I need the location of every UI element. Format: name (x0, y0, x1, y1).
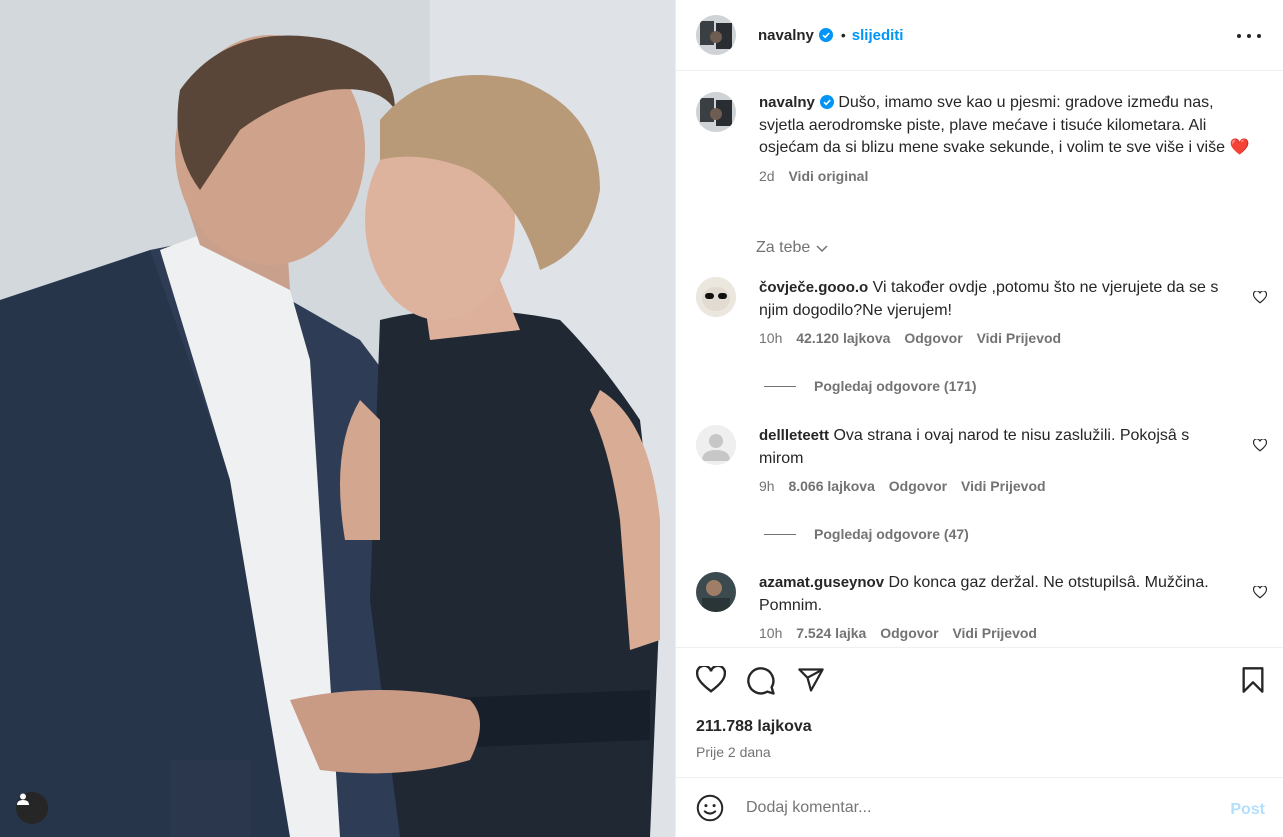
caption-avatar[interactable] (696, 92, 736, 132)
post-header: navalny • slijediti (676, 0, 1283, 71)
like-heart-icon[interactable] (696, 666, 726, 694)
more-options-icon[interactable] (1237, 25, 1261, 47)
view-replies-label: Pogledaj odgovore (47) (814, 526, 969, 542)
post-comment-button[interactable]: Post (1230, 801, 1265, 819)
translate-link[interactable]: Vidi Prijevod (977, 330, 1062, 346)
post-caption: navalny Dušo, imamo sve kao u pjesmi: gr… (696, 92, 1256, 184)
comment-username[interactable]: azamat.guseynov (759, 574, 884, 591)
reply-button[interactable]: Odgovor (904, 330, 962, 346)
caption-username[interactable]: navalny (759, 94, 815, 111)
follow-button[interactable]: slijediti (852, 27, 904, 44)
replies-divider (764, 533, 796, 535)
author-username[interactable]: navalny (758, 27, 814, 44)
chevron-down-icon (816, 245, 828, 253)
comment-time: 10h (759, 625, 783, 641)
comment-bubble-icon[interactable] (746, 666, 776, 696)
post-viewer: navalny • slijediti navalny Dušo, imamo … (0, 0, 1283, 837)
verified-badge-icon (819, 95, 834, 109)
for-you-label: Za tebe (756, 239, 811, 256)
posted-time: Prije 2 dana (696, 744, 771, 760)
like-comment-heart-icon[interactable] (1253, 586, 1267, 599)
caption-time: 2d (759, 167, 775, 184)
comment-item: čovječe.gooo.o Vi također ovdje ,potomu … (696, 277, 1272, 346)
comments-scroll-area[interactable]: navalny Dušo, imamo sve kao u pjesmi: gr… (676, 72, 1283, 646)
likes-count[interactable]: 211.788 lajkova (696, 718, 812, 736)
header-separator: • (840, 27, 846, 43)
view-replies-label: Pogledaj odgovore (171) (814, 378, 977, 394)
share-paper-plane-icon[interactable] (796, 666, 826, 694)
see-original-link[interactable]: Vidi original (788, 168, 868, 184)
like-comment-heart-icon[interactable] (1253, 291, 1267, 304)
view-replies-button[interactable]: Pogledaj odgovore (171) (764, 378, 977, 394)
replies-divider (764, 385, 796, 387)
post-actions: 211.788 lajkova Prije 2 dana (676, 647, 1283, 777)
caption-meta: 2d Vidi original (759, 168, 1256, 184)
comment-meta: 10h 7.524 lajka Odgovor Vidi Prijevod (759, 625, 1234, 641)
account-icon[interactable] (16, 792, 48, 824)
comment-likes[interactable]: 42.120 lajkova (796, 330, 890, 346)
view-replies-button[interactable]: Pogledaj odgovore (47) (764, 526, 969, 542)
post-details-panel: navalny • slijediti navalny Dušo, imamo … (675, 0, 1283, 837)
comment-time: 9h (759, 478, 775, 494)
author-avatar[interactable] (696, 15, 736, 55)
reply-button[interactable]: Odgovor (880, 625, 938, 641)
heart-emoji: ❤️ (1229, 139, 1250, 156)
verified-badge-icon (818, 28, 833, 42)
comment-meta: 10h 42.120 lajkova Odgovor Vidi Prijevod (759, 330, 1234, 346)
emoji-picker-icon[interactable] (696, 794, 724, 822)
comment-meta: 9h 8.066 lajkova Odgovor Vidi Prijevod (759, 478, 1234, 494)
translate-link[interactable]: Vidi Prijevod (961, 478, 1046, 494)
translate-link[interactable]: Vidi Prijevod (952, 625, 1037, 641)
couple-photo-illustration (0, 0, 675, 837)
for-you-dropdown[interactable]: Za tebe (756, 239, 829, 257)
commenter-avatar[interactable] (696, 425, 736, 465)
comment-item: dellleteett Ova strana i ovaj narod te n… (696, 425, 1272, 494)
comment-text-block: dellleteett Ova strana i ovaj narod te n… (759, 425, 1234, 470)
comment-composer: Post (676, 777, 1283, 837)
comment-text-block: čovječe.gooo.o Vi također ovdje ,potomu … (759, 277, 1234, 322)
commenter-avatar[interactable] (696, 277, 736, 317)
comment-username[interactable]: dellleteett (759, 427, 829, 444)
reply-button[interactable]: Odgovor (889, 478, 947, 494)
comment-username[interactable]: čovječe.gooo.o (759, 279, 868, 296)
comment-input[interactable] (746, 798, 1186, 817)
like-comment-heart-icon[interactable] (1253, 439, 1267, 452)
comment-likes[interactable]: 7.524 lajka (796, 625, 866, 641)
commenter-avatar[interactable] (696, 572, 736, 612)
caption-text-block: navalny Dušo, imamo sve kao u pjesmi: gr… (759, 92, 1256, 160)
comment-text-block: azamat.guseynov Do konca gaz deržal. Ne … (759, 572, 1234, 617)
save-bookmark-icon[interactable] (1241, 666, 1265, 694)
post-photo[interactable] (0, 0, 675, 837)
comment-item: azamat.guseynov Do konca gaz deržal. Ne … (696, 572, 1272, 641)
comment-likes[interactable]: 8.066 lajkova (788, 478, 874, 494)
comment-time: 10h (759, 330, 783, 346)
